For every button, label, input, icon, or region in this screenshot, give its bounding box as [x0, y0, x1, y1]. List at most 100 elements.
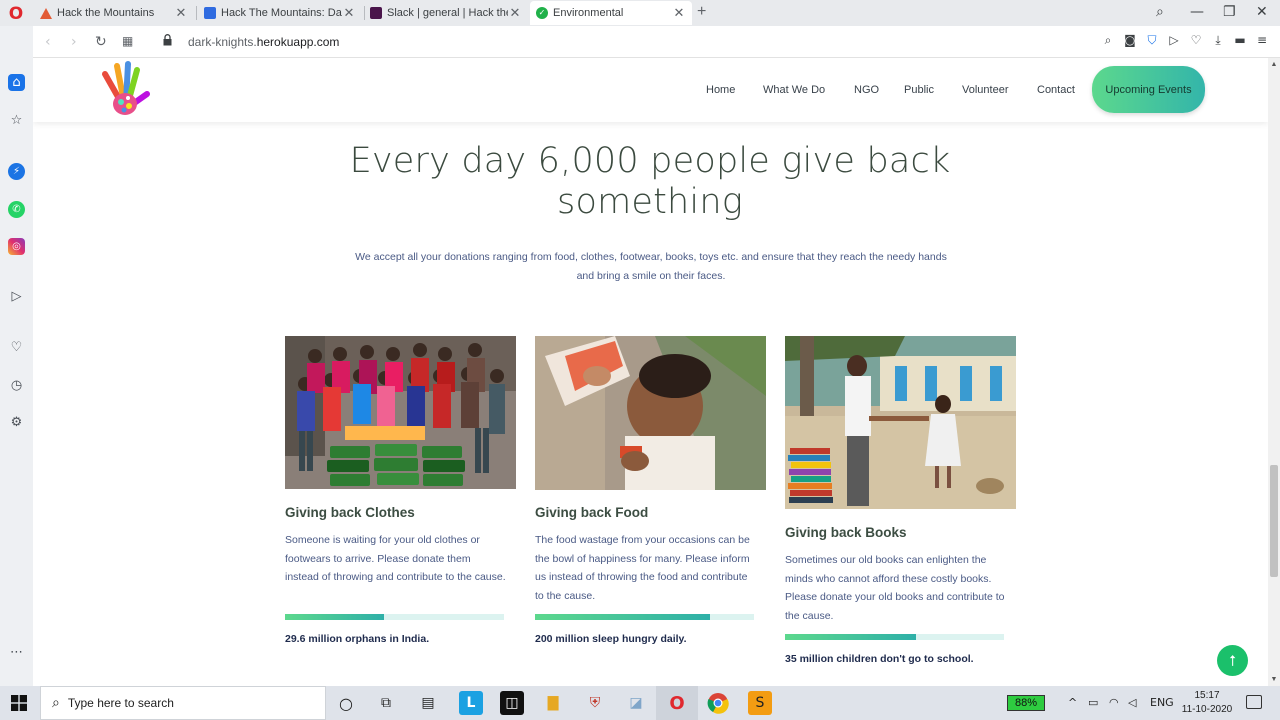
whatsapp-icon[interactable]: ✆ [8, 201, 25, 218]
send-icon[interactable]: ▷ [1168, 33, 1180, 48]
tab-hack-the-mountains[interactable]: Hack the Mountains ✕ [34, 1, 194, 25]
browser-tab-strip: O Hack the Mountains ✕ Hack The Mountain… [0, 0, 1280, 26]
site-header: Home What We Do NGO Public Volunteer Con… [33, 58, 1268, 122]
tab-environmental[interactable]: ✓ Environmental ✕ [530, 1, 692, 25]
progress-bar [535, 614, 754, 620]
calculator-icon[interactable]: ▤ [416, 691, 440, 715]
scroll-up-icon[interactable]: ▲ [1268, 59, 1280, 71]
notifications-icon[interactable] [1246, 695, 1262, 709]
messenger-icon[interactable]: ⚡ [8, 163, 25, 180]
windows-start-icon[interactable] [11, 695, 27, 711]
nav-contact[interactable]: Contact [1037, 84, 1075, 96]
wifi-icon[interactable]: ◠ [1109, 696, 1119, 709]
upcoming-events-button[interactable]: Upcoming Events [1092, 66, 1205, 113]
close-tab-icon[interactable]: ✕ [672, 5, 686, 21]
chrome-icon[interactable] [706, 691, 730, 715]
search-icon: ⌕ [52, 695, 60, 711]
shield-icon[interactable]: ⛉ [1146, 33, 1158, 48]
child-drinking-photo [535, 336, 766, 490]
intro-text: We accept all your donations ranging fro… [355, 251, 947, 282]
send-icon[interactable]: ▷ [8, 288, 25, 305]
address-bar-tools: ⌕ ◙ ⛉ ▷ ♡ ⤓ ▬ ≡ [1102, 33, 1268, 48]
scrollbar-thumb[interactable] [1270, 465, 1278, 577]
page-scrollbar[interactable] [1268, 58, 1280, 686]
close-tab-icon[interactable]: ✕ [174, 5, 188, 21]
tab-dashboard[interactable]: Hack The Mountains: Dash ✕ [198, 1, 362, 25]
show-hidden-icons-icon[interactable]: ^ [1068, 696, 1077, 709]
nav-ngo[interactable]: NGO [854, 84, 879, 96]
back-icon[interactable]: ‹ [45, 34, 51, 50]
progress-bar-fill [785, 634, 917, 640]
books-donation-photo [785, 336, 1016, 509]
reload-icon[interactable]: ↻ [95, 34, 107, 50]
settings-icon[interactable]: ⚙ [8, 414, 25, 431]
tab-title: Slack | general | Hack the M [387, 7, 508, 19]
speed-dial-icon[interactable]: ▦ [122, 34, 133, 48]
scroll-down-icon[interactable]: ▼ [1268, 674, 1280, 686]
lock-icon [163, 34, 172, 46]
back-to-top-button[interactable]: ⭡ [1217, 645, 1248, 676]
zoom-icon[interactable]: ⌕ [1102, 33, 1114, 48]
language-indicator[interactable]: ENG [1150, 696, 1174, 709]
minimize-icon[interactable]: — [1190, 4, 1204, 20]
tab-search-icon[interactable]: ⌕ [1156, 4, 1164, 20]
task-view-icon[interactable]: ⧉ [374, 691, 398, 715]
dashboard-favicon-icon [204, 7, 216, 19]
menu-icon[interactable]: ≡ [1256, 33, 1268, 48]
cortana-icon[interactable]: ○ [334, 691, 358, 715]
file-explorer-icon[interactable]: ▇ [541, 691, 565, 715]
new-tab-icon[interactable]: + [697, 3, 706, 21]
opera-sidebar: ⌂ ☆ ⚡ ✆ ◎ ▷ ♡ ◷ ⚙ ⋯ [0, 26, 33, 686]
heart-icon[interactable]: ♡ [8, 339, 25, 356]
card-statistic: 35 million children don't go to school. [785, 653, 974, 665]
card-statistic: 200 million sleep hungry daily. [535, 633, 687, 645]
restore-icon[interactable]: ❐ [1223, 4, 1236, 20]
card-statistic: 29.6 million orphans in India. [285, 633, 430, 645]
hand-logo[interactable] [95, 60, 151, 120]
tab-separator [196, 6, 197, 20]
battery-icon[interactable]: ▭ [1088, 696, 1098, 709]
taskbar-search-input[interactable]: ⌕ Type here to search [40, 686, 326, 720]
card-description: Sometimes our old books can enlighten th… [785, 554, 1005, 623]
close-tab-icon[interactable]: ✕ [508, 5, 522, 21]
volume-icon[interactable]: ◁ [1128, 696, 1136, 709]
close-tab-icon[interactable]: ✕ [342, 5, 356, 21]
nav-public[interactable]: Public [904, 84, 934, 96]
star-icon[interactable]: ☆ [8, 112, 25, 129]
system-clock[interactable]: 15:17 11-10-2020 [1176, 689, 1238, 717]
card-title: Giving back Books [785, 525, 907, 540]
url-field[interactable]: dark-knights.herokuapp.com [188, 35, 339, 49]
sublime-text-icon[interactable]: S [748, 691, 772, 715]
slack-favicon-icon [370, 7, 382, 19]
opera-menu-icon[interactable]: O [6, 5, 26, 23]
close-window-icon[interactable]: ✕ [1256, 4, 1268, 20]
nav-home[interactable]: Home [706, 84, 735, 96]
url-domain: herokuapp.com [256, 35, 340, 49]
more-icon[interactable]: ⋯ [8, 644, 25, 661]
clock-time: 15:17 [1194, 690, 1220, 701]
card-title: Giving back Clothes [285, 505, 415, 520]
arrow-up-icon: ⭡ [1228, 651, 1237, 670]
mcafee-icon[interactable]: ⛨ [583, 691, 607, 715]
tab-slack[interactable]: Slack | general | Hack the M ✕ [364, 1, 528, 25]
progress-bar [285, 614, 504, 620]
battery-indicator[interactable]: 88% [1007, 695, 1045, 711]
heart-icon[interactable]: ♡ [1190, 33, 1202, 48]
camera-icon[interactable]: ◙ [1124, 33, 1136, 48]
download-icon[interactable]: ⤓ [1212, 33, 1224, 48]
opera-browser-icon[interactable]: O [665, 691, 689, 715]
history-icon[interactable]: ◷ [8, 377, 25, 394]
nav-volunteer[interactable]: Volunteer [962, 84, 1008, 96]
search-placeholder: Type here to search [67, 696, 174, 710]
nav-what-we-do[interactable]: What We Do [763, 84, 825, 96]
warning-triangle-icon [40, 7, 52, 19]
app-dark-icon[interactable]: ◫ [500, 691, 524, 715]
tab-title: Hack the Mountains [57, 7, 155, 19]
forward-icon[interactable]: › [71, 34, 77, 50]
home-icon[interactable]: ⌂ [8, 74, 25, 91]
app-l-icon[interactable]: L [459, 691, 483, 715]
instagram-icon[interactable]: ◎ [8, 238, 25, 255]
notes-app-icon[interactable]: ◪ [624, 691, 648, 715]
battery-saver-icon[interactable]: ▬ [1234, 33, 1246, 48]
children-clothes-photo [285, 336, 516, 489]
